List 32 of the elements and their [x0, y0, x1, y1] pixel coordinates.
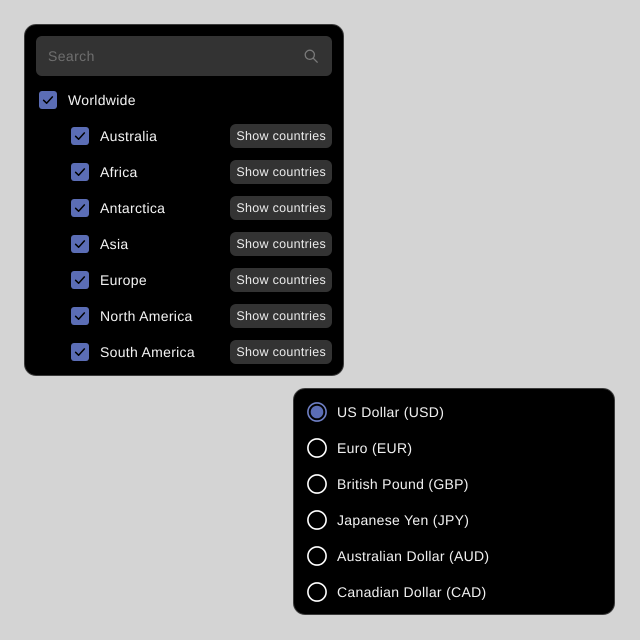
checkbox[interactable]: [71, 307, 89, 325]
currency-label: US Dollar (USD): [337, 404, 444, 420]
search-icon: [304, 49, 318, 63]
region-label: Australia: [100, 128, 158, 144]
show-countries-button[interactable]: Show countries: [230, 232, 332, 256]
checkbox[interactable]: [71, 199, 89, 217]
region-label: Antarctica: [100, 200, 166, 216]
radio-button[interactable]: [307, 402, 327, 422]
show-countries-button[interactable]: Show countries: [230, 196, 332, 220]
region-label: North America: [100, 308, 193, 324]
checkbox[interactable]: [71, 235, 89, 253]
checkbox[interactable]: [71, 127, 89, 145]
show-countries-button[interactable]: Show countries: [230, 268, 332, 292]
currency-label: Canadian Dollar (CAD): [337, 584, 486, 600]
show-countries-button[interactable]: Show countries: [230, 160, 332, 184]
currency-label: Australian Dollar (AUD): [337, 548, 490, 564]
currency-label: British Pound (GBP): [337, 476, 469, 492]
region-label: Worldwide: [68, 92, 136, 108]
show-countries-button[interactable]: Show countries: [230, 304, 332, 328]
checkbox[interactable]: [71, 271, 89, 289]
checkbox[interactable]: [71, 343, 89, 361]
region-label: South America: [100, 344, 195, 360]
show-countries-button[interactable]: Show countries: [230, 124, 332, 148]
region-label: Asia: [100, 236, 128, 252]
search-field[interactable]: Search: [36, 36, 332, 76]
checkbox[interactable]: [71, 163, 89, 181]
currency-label: Japanese Yen (JPY): [337, 512, 470, 528]
checkbox[interactable]: [39, 91, 57, 109]
region-label: Europe: [100, 272, 147, 288]
currency-label: Euro (EUR): [337, 440, 412, 456]
region-label: Africa: [100, 164, 138, 180]
show-countries-button[interactable]: Show countries: [230, 340, 332, 364]
